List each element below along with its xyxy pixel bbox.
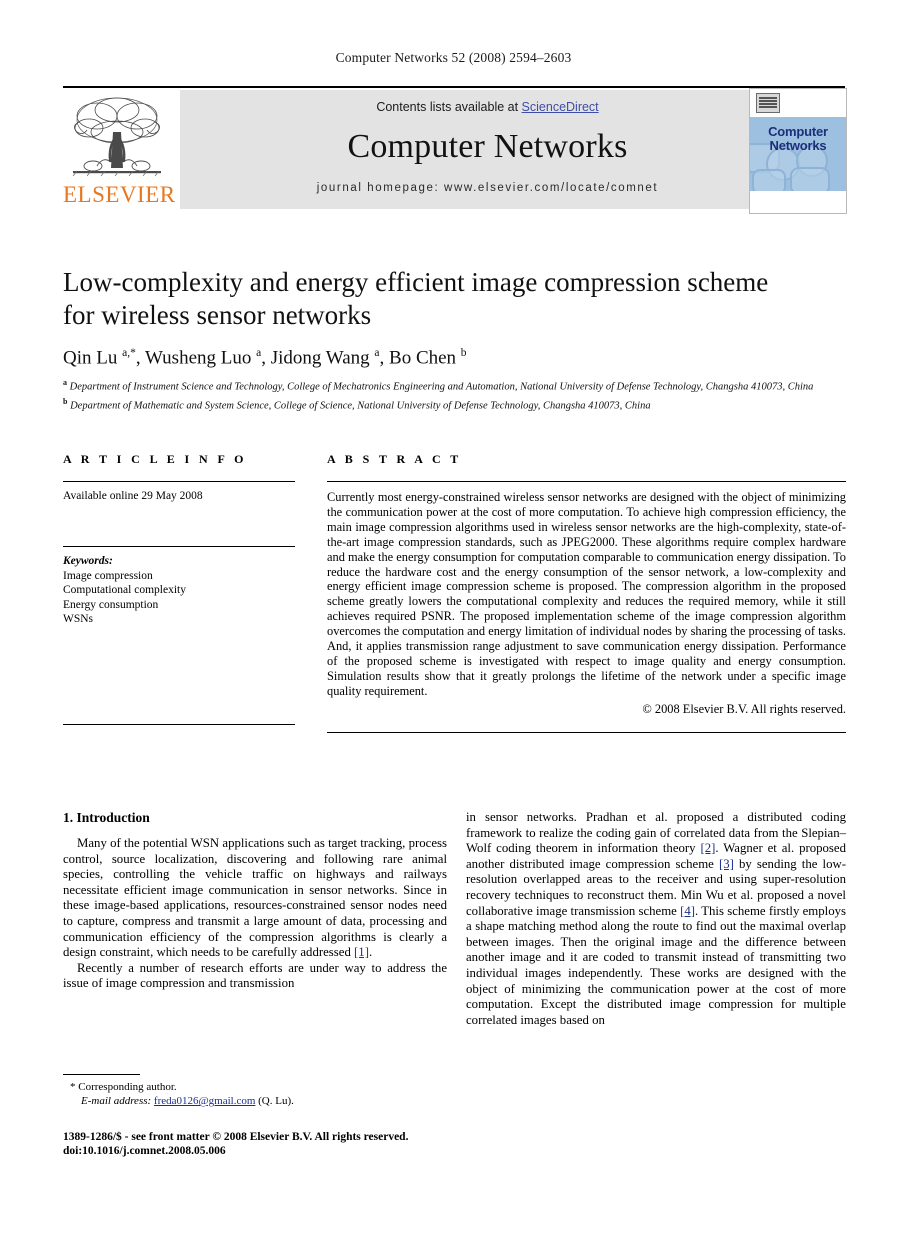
email-note: E-mail address: freda0126@gmail.com (Q. … [70,1094,460,1108]
page-title: Low-complexity and energy efficient imag… [63,267,769,330]
elsevier-logo: ELSEVIER [63,90,176,212]
asterisk-icon: * [70,1081,76,1093]
abstract-rule-bottom [327,731,846,733]
citation-link-4[interactable]: [4] [680,904,695,918]
available-online: Available online 29 May 2008 [63,490,203,502]
author-list: Qin Lu a,*, Wusheng Luo a, Jidong Wang a… [63,347,467,369]
abstract-rule-top [327,481,846,482]
paragraph-text: . This scheme firstly employs a shape ma… [466,903,846,1027]
email-link[interactable]: freda0126@gmail.com [154,1095,255,1107]
footnote-block: * Corresponding author. E-mail address: … [70,1080,460,1108]
cover-bottom-white [750,191,846,212]
corresponding-author-text: Corresponding author. [78,1081,177,1093]
body-column-left: Many of the potential WSN applications s… [63,836,447,992]
abstract-body: Currently most energy-constrained wirele… [327,490,846,698]
affiliations: a Department of Instrument Science and T… [63,376,833,413]
cover-top-white [750,89,846,117]
article-info-heading: A R T I C L E I N F O [63,452,247,466]
journal-masthead: ELSEVIER Contents lists available at Sci… [63,88,847,214]
abstract-heading: A B S T R A C T [327,452,462,466]
journal-header-panel: Contents lists available at ScienceDirec… [180,90,795,209]
section-title-introduction: 1. Introduction [63,810,150,825]
cover-shape-roundrect-3 [752,169,786,191]
imprint-block: 1389-1286/$ - see front matter © 2008 El… [63,1130,483,1158]
doi-line: doi:10.1016/j.comnet.2008.05.006 [63,1145,226,1157]
article-info-rule-mid [63,546,295,547]
citation-link-2[interactable]: [2] [700,841,715,855]
contents-prefix: Contents lists available at [376,100,522,114]
keywords-block: Keywords: Image compression Computationa… [63,554,295,627]
elsevier-tree-icon [67,92,167,182]
paper-page: Computer Networks 52 (2008) 2594–2603 EL… [0,0,907,1238]
keyword-item: WSNs [63,613,94,625]
journal-title: Computer Networks [347,128,628,165]
cover-publisher-badge-icon [756,93,780,113]
affiliation-b: b Department of Mathematic and System Sc… [63,396,651,412]
paragraph: in sensor networks. Pradhan et al. propo… [466,810,846,1028]
article-info-rule-bottom [63,723,295,725]
article-info-rule-top [63,481,295,482]
abstract-column: A B S T R A C T Currently most energy-co… [327,452,846,733]
paragraph-text: Many of the potential WSN applications s… [63,836,447,960]
keyword-item: Image compression [63,569,153,582]
keyword-item: Energy consumption [63,598,159,611]
cover-title-text: Computer Networks [750,125,846,153]
cover-art-band: Computer Networks [750,117,846,191]
journal-cover-thumbnail[interactable]: Computer Networks [749,88,847,214]
citation-link-3[interactable]: [3] [719,857,734,871]
abstract-copyright: © 2008 Elsevier B.V. All rights reserved… [642,701,846,716]
affiliation-a: a Department of Instrument Science and T… [63,378,814,393]
article-info-column: A R T I C L E I N F O Available online 2… [63,452,295,725]
keywords-label: Keywords: [63,555,113,567]
cover-title-line1: Computer [768,124,828,139]
cover-title-line2: Networks [769,138,827,153]
body-column-right: in sensor networks. Pradhan et al. propo… [466,810,846,1028]
running-head: Computer Networks 52 (2008) 2594–2603 [335,50,572,65]
email-suffix: (Q. Lu). [255,1095,294,1107]
masthead-top-rule [63,86,845,88]
citation-link-1[interactable]: [1] [354,945,369,959]
corresponding-author-note: * Corresponding author. [70,1080,460,1094]
paragraph-text-end: . [368,945,373,960]
journal-homepage-line[interactable]: journal homepage: www.elsevier.com/locat… [180,182,795,194]
keyword-item: Computational complexity [63,584,186,596]
elsevier-wordmark: ELSEVIER [63,182,176,207]
footnote-rule [63,1074,140,1075]
issn-frontmatter-line: 1389-1286/$ - see front matter © 2008 El… [63,1131,409,1143]
contents-available-line: Contents lists available at ScienceDirec… [180,100,795,114]
paragraph: Recently a number of research efforts ar… [63,960,447,991]
email-label: E-mail address: [81,1095,152,1107]
paragraph: Many of the potential WSN applications s… [63,836,447,961]
sciencedirect-link[interactable]: ScienceDirect [522,100,599,114]
cover-shape-roundrect-2 [790,167,830,191]
